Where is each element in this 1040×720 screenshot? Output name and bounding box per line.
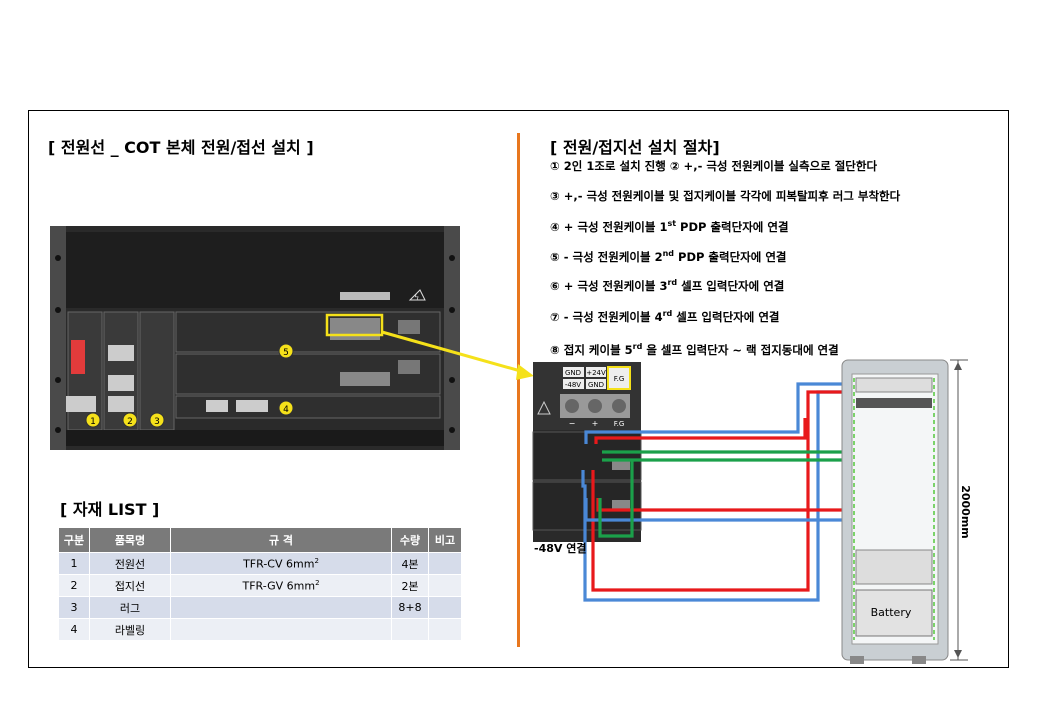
table-row: 1 전원선 TFR-CV 6mm2 4본 [58, 552, 462, 575]
minus48-connection-label: -48V 연결 [534, 541, 586, 555]
col-header-spec: 규 격 [170, 527, 392, 553]
svg-text:−: − [569, 419, 576, 428]
svg-text:GND: GND [588, 381, 604, 389]
svg-text:2000mm: 2000mm [959, 485, 972, 539]
battery-label: Battery [871, 606, 912, 619]
svg-text:4: 4 [283, 405, 289, 415]
marker-1: 1 [85, 412, 101, 428]
svg-text:F.G: F.G [614, 420, 625, 428]
col-header-item: 품목명 [89, 527, 171, 553]
marker-4: 4 [278, 400, 294, 416]
marker-3: 3 [149, 412, 165, 428]
materials-table: 구분 품목명 규 격 수량 비고 1 전원선 TFR-CV 6mm2 4본 2 접지… [58, 527, 462, 641]
table-header-row: 구분 품목명 규 격 수량 비고 [58, 527, 462, 553]
rack-height-dimension: 2000mm [950, 359, 972, 661]
list-title: [ 자재 LIST ] [60, 500, 160, 519]
col-header-note: 비고 [428, 527, 462, 553]
col-header-type: 구분 [58, 527, 90, 553]
svg-text:F.G: F.G [614, 375, 625, 383]
marker-2: 2 [122, 412, 138, 428]
svg-text:GND: GND [565, 369, 581, 377]
svg-text:3: 3 [154, 417, 160, 427]
col-header-qty: 수량 [391, 527, 429, 553]
rack: Battery [841, 359, 949, 664]
table-row: 2 접지선 TFR-GV 6mm2 2본 [58, 574, 462, 597]
svg-text:+24V: +24V [586, 369, 606, 377]
svg-text:5: 5 [283, 348, 289, 358]
svg-text:2: 2 [127, 417, 133, 427]
table-row: 4 라벨링 [58, 618, 462, 641]
marker-5: 5 [278, 343, 294, 359]
svg-text:1: 1 [90, 417, 96, 427]
table-row: 3 러그 8+8 [58, 596, 462, 619]
svg-text:+: + [592, 419, 599, 428]
svg-text:ϟ: ϟ [414, 293, 419, 302]
svg-text:-48V: -48V [565, 381, 581, 389]
